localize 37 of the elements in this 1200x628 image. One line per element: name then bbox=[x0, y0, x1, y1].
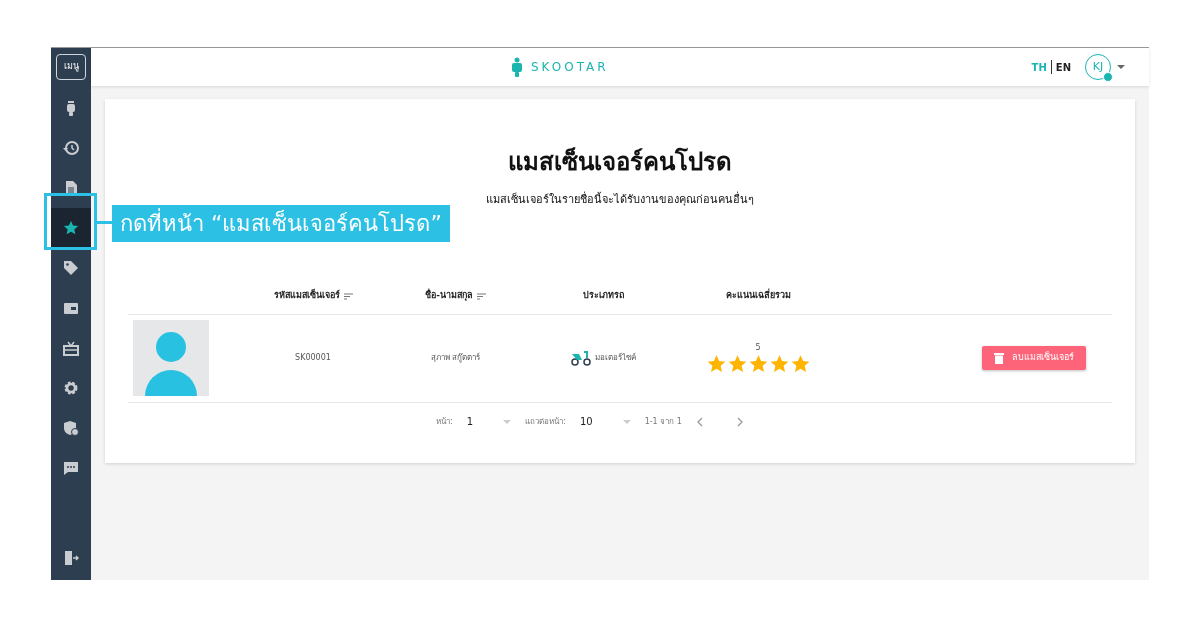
page-subtitle: แมสเซ็นเจอร์ในรายชื่อนี้จะได้รับงานของคุณก่อนคนอื่นๆ bbox=[485, 192, 755, 208]
logout-icon[interactable] bbox=[63, 550, 79, 566]
next-page-icon[interactable] bbox=[735, 416, 744, 427]
highlight-frame bbox=[44, 193, 97, 250]
wallet-icon[interactable] bbox=[63, 300, 79, 316]
shield-icon[interactable] bbox=[63, 420, 79, 436]
page-label: หน้า: bbox=[436, 415, 453, 428]
sort-icon[interactable] bbox=[476, 292, 486, 300]
history-icon[interactable] bbox=[63, 140, 79, 156]
tag-icon[interactable] bbox=[63, 260, 79, 276]
page-select[interactable]: 1 bbox=[466, 414, 474, 429]
column-header: ชื่อ-นามสกุล bbox=[425, 289, 473, 303]
rows-per-page-select[interactable]: 10 bbox=[579, 414, 593, 429]
logo-text: SKOOTAR bbox=[531, 59, 609, 76]
table-cell: SK00001 bbox=[295, 353, 331, 362]
scooter-logo-icon bbox=[511, 57, 523, 77]
star-icon[interactable] bbox=[63, 220, 79, 236]
column-header: รหัสแมสเซ็นเจอร์ bbox=[273, 289, 340, 303]
table-cell: สุภาพ สกู๊ตตาร์ bbox=[430, 353, 481, 362]
previous-page-icon[interactable] bbox=[695, 416, 704, 427]
motorcycle-icon bbox=[570, 350, 591, 366]
sort-icon[interactable] bbox=[343, 292, 353, 300]
document-icon[interactable] bbox=[63, 180, 79, 196]
rows-per-page-label: แถวต่อหน้า: bbox=[525, 415, 566, 428]
language-option[interactable]: EN bbox=[1051, 59, 1075, 75]
settings-icon[interactable] bbox=[63, 380, 79, 396]
column-header: คะแนนเฉลี่ยรวม bbox=[725, 289, 791, 303]
trash-icon bbox=[994, 352, 1004, 364]
chat-icon[interactable] bbox=[63, 460, 79, 476]
table-cell: มอเตอร์ไซค์ bbox=[594, 352, 636, 364]
menu-button[interactable]: เมนู bbox=[56, 54, 86, 80]
page-range: 1-1 จาก 1 bbox=[644, 415, 682, 428]
callout-label: กดที่หน้า “แมสเซ็นเจอร์คนโปรด” bbox=[112, 205, 450, 242]
page-title: แมสเซ็นเจอร์คนโปรด bbox=[507, 146, 733, 178]
rating-value: 5 bbox=[755, 342, 761, 354]
caret-icon[interactable] bbox=[1117, 65, 1125, 69]
column-header: ประเภทรถ bbox=[582, 289, 624, 303]
